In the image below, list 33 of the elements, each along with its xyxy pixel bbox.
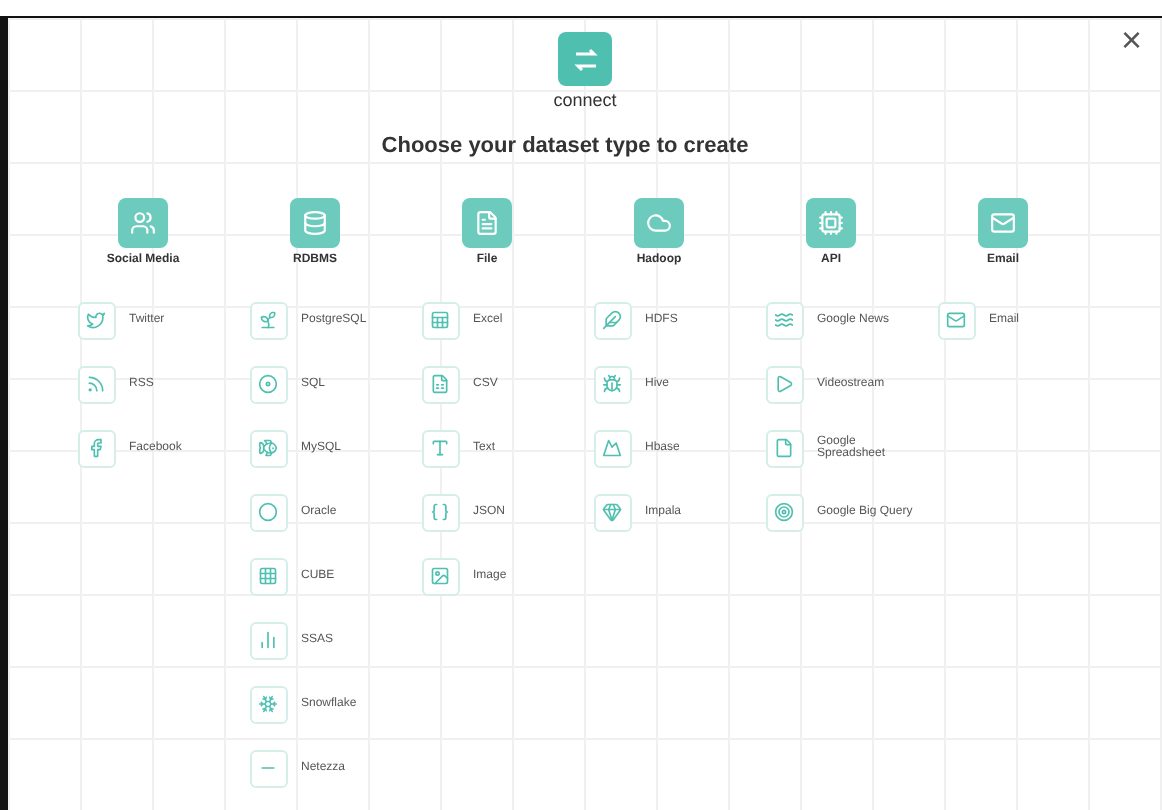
people-icon	[118, 198, 168, 248]
close-button[interactable]: ×	[1112, 22, 1150, 58]
grid-icon	[249, 557, 287, 595]
bar-chart-icon	[249, 621, 287, 659]
dialog-title: Choose your dataset type to create	[381, 134, 749, 158]
braces-icon	[421, 493, 459, 531]
bug-icon	[593, 365, 631, 403]
snowflake-icon	[249, 685, 287, 723]
file-icon	[765, 429, 803, 467]
image-icon	[421, 557, 459, 595]
target-icon	[765, 493, 803, 531]
arrows-icon	[558, 32, 612, 86]
database-icon	[290, 198, 340, 248]
document-icon	[462, 198, 512, 248]
feather-icon	[593, 301, 631, 339]
sprout-icon	[249, 301, 287, 339]
dash-icon	[249, 749, 287, 787]
chip-icon	[806, 198, 856, 248]
rss-icon	[77, 365, 115, 403]
spreadsheet-icon	[421, 365, 459, 403]
table-icon	[421, 301, 459, 339]
mountain-icon	[593, 429, 631, 467]
logo-label: connect	[553, 90, 617, 110]
facebook-icon	[77, 429, 115, 467]
bird-icon	[77, 301, 115, 339]
play-icon	[765, 365, 803, 403]
envelope-icon	[978, 198, 1028, 248]
gem-icon	[593, 493, 631, 531]
waves-icon	[765, 301, 803, 339]
envelope-icon	[937, 301, 975, 339]
fish-icon	[249, 429, 287, 467]
text-icon	[421, 429, 459, 467]
cloud-icon	[634, 198, 684, 248]
